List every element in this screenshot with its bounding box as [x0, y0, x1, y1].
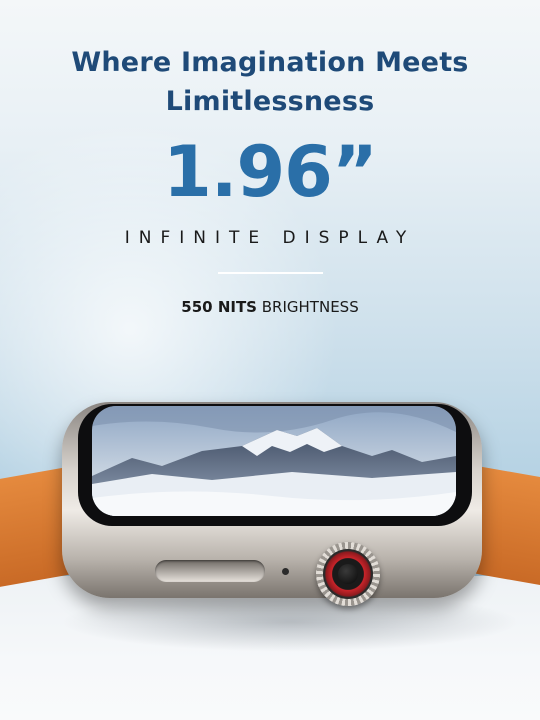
- display-subtitle: INFINITE DISPLAY: [124, 228, 416, 248]
- watch-screen: [92, 406, 456, 516]
- watch-shadow: [60, 592, 520, 652]
- digital-crown-center: [338, 564, 358, 584]
- display-size: 1.96”: [163, 131, 378, 213]
- headline-line-1: Where Imagination Meets: [71, 47, 469, 78]
- microphone-hole: [282, 568, 289, 575]
- side-button: [155, 560, 265, 582]
- mountain-landscape-image: [92, 406, 456, 516]
- divider-line: [218, 272, 323, 274]
- headline-line-2: Limitlessness: [165, 86, 375, 117]
- brightness-value: 550 NITS: [181, 298, 257, 316]
- brightness-label: BRIGHTNESS: [261, 298, 359, 316]
- product-banner: Where Imagination Meets Limitlessness 1.…: [0, 0, 540, 720]
- brightness-spec: 550 NITS BRIGHTNESS: [0, 298, 540, 316]
